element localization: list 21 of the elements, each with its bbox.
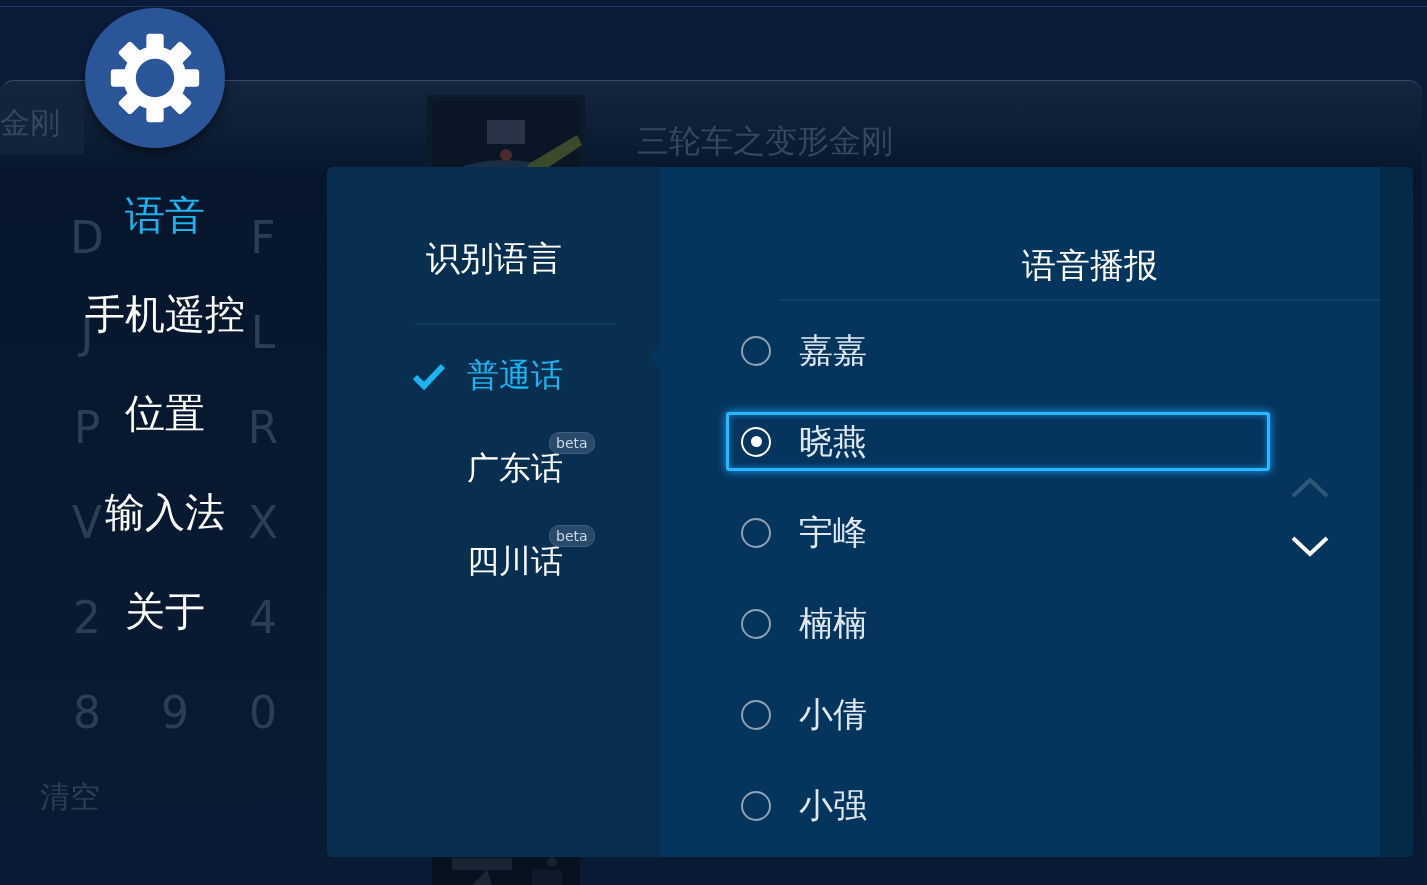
chevron-down-icon[interactable] — [1290, 535, 1330, 559]
section-title: 识别语言 — [424, 237, 563, 280]
beta-badge: beta — [549, 432, 595, 454]
radio-button[interactable] — [741, 517, 771, 548]
menu-item[interactable]: 输入法 — [105, 463, 225, 562]
radio-button[interactable] — [741, 699, 771, 730]
radio-button[interactable] — [741, 608, 771, 639]
voice-option[interactable]: 楠楠 — [726, 594, 1270, 653]
menu-item[interactable]: 关于 — [125, 562, 205, 661]
radio-button[interactable] — [741, 335, 771, 366]
voice-option[interactable]: 小强 — [726, 776, 1270, 835]
voice-option[interactable]: 嘉嘉 — [726, 321, 1270, 380]
language-option[interactable]: 普通话 — [467, 353, 563, 398]
beta-badge: beta — [549, 525, 595, 547]
menu-item[interactable]: 位置 — [125, 364, 205, 463]
section-title: 语音播报 — [1021, 244, 1159, 287]
radio-button[interactable] — [741, 790, 771, 821]
voice-option[interactable]: 晓燕 — [726, 412, 1270, 471]
voice-option[interactable]: 宇峰 — [726, 503, 1270, 562]
voice-option[interactable]: 小倩 — [726, 685, 1270, 744]
menu-item[interactable]: 语音 — [125, 166, 205, 265]
